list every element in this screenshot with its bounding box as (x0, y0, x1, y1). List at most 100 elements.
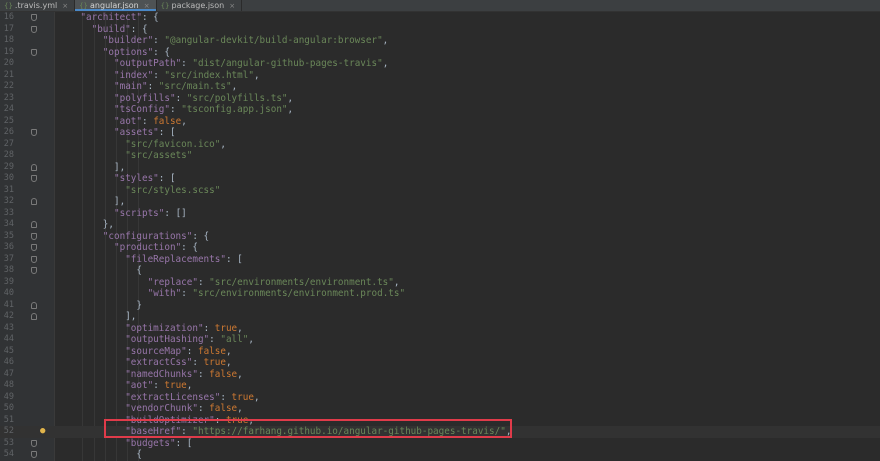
fold-collapse-icon[interactable] (31, 313, 37, 320)
code-line[interactable]: 47 "namedChunks": false, (0, 369, 880, 381)
json-key: "vendorChunk" (125, 403, 198, 414)
fold-collapse-icon[interactable] (31, 221, 37, 228)
json-punctuation: : { (181, 242, 198, 253)
line-number: 53 (3, 437, 14, 448)
fold-expand-icon[interactable] (31, 175, 37, 182)
code-line[interactable]: 24 "tsConfig": "tsconfig.app.json", (0, 104, 880, 116)
code-line[interactable]: 33 "scripts": [] (0, 208, 880, 220)
line-number: 16 (3, 12, 14, 22)
json-punctuation: : (147, 81, 159, 92)
code-line[interactable]: 17 "build": { (0, 24, 880, 36)
json-string: "dist/angular-github-pages-travis" (192, 58, 383, 69)
tab-travis-yml[interactable]: {} .travis.yml × (0, 0, 76, 11)
fold-collapse-icon[interactable] (31, 301, 37, 309)
json-literal: false (209, 403, 238, 414)
code-line[interactable]: 41} (0, 300, 880, 312)
line-number: 24 (3, 104, 14, 114)
code-line[interactable]: 39 "replace": "src/environments/environme… (0, 277, 880, 289)
fold-expand-icon[interactable] (31, 255, 37, 263)
fold-expand-icon[interactable] (31, 14, 37, 21)
code-line[interactable]: 27 "src/favicon.ico", (0, 139, 880, 151)
fold-expand-icon[interactable] (31, 48, 37, 56)
tab-label: package.json (171, 1, 225, 10)
fold-expand-icon[interactable] (31, 244, 37, 251)
code-line[interactable]: 49 "extractLicenses": true, (0, 392, 880, 404)
line-number: 17 (3, 23, 14, 34)
lightbulb-icon[interactable]: ● (40, 426, 45, 438)
code-line[interactable]: 43 "optimization": true, (0, 323, 880, 335)
code-line[interactable]: 22 "main": "src/main.ts", (0, 81, 880, 93)
close-icon[interactable]: × (229, 2, 235, 10)
json-key: "index" (114, 69, 154, 81)
code-line[interactable]: 25 "aot": false, (0, 116, 880, 128)
fold-expand-icon[interactable] (31, 451, 37, 458)
code-line[interactable]: 34}, (0, 219, 880, 231)
tab-angular-json[interactable]: {} angular.json × (75, 0, 157, 11)
code-line[interactable]: 28 "src/assets" (0, 150, 880, 162)
json-key: "configurations" (102, 230, 193, 242)
json-literal: true (164, 380, 187, 391)
code-line[interactable]: 18 "builder": "@angular-devkit/build-angu… (0, 35, 880, 47)
line-number: 51 (3, 414, 14, 425)
code-area[interactable]: 16 "architect": {17 "build": {18 "builder":… (0, 12, 880, 461)
json-punctuation: , (186, 380, 193, 391)
line-number: 52 (3, 426, 14, 436)
code-text: "configurations": { (103, 231, 209, 243)
code-line[interactable]: 48 "aot": true, (0, 380, 880, 392)
fold-collapse-icon[interactable] (31, 163, 37, 171)
code-text: "aot": true, (125, 380, 192, 392)
code-line[interactable]: 30 "styles": [ (0, 173, 880, 185)
code-line[interactable]: 19 "options": { (0, 47, 880, 59)
tab-package-json[interactable]: {} package.json × (157, 0, 243, 11)
fold-collapse-icon[interactable] (31, 198, 37, 205)
line-number: 29 (3, 161, 14, 172)
json-key: "build" (91, 23, 131, 35)
code-line[interactable]: 23 "polyfills": "src/polyfills.ts", (0, 93, 880, 105)
line-number: 49 (3, 391, 14, 402)
fold-expand-icon[interactable] (31, 232, 37, 240)
fold-expand-icon[interactable] (31, 25, 37, 33)
code-line[interactable]: 32], (0, 196, 880, 208)
code-text: "aot": false, (114, 116, 187, 128)
code-text: { (136, 449, 142, 461)
line-number: 45 (3, 345, 14, 356)
code-line[interactable]: 35 "configurations": { (0, 231, 880, 243)
json-key: "fileReplacements" (125, 253, 226, 265)
code-line[interactable]: 54 { (0, 449, 880, 461)
json-punctuation: , (253, 69, 260, 81)
code-line[interactable]: 53 "budgets": [ (0, 438, 880, 450)
code-line[interactable]: 46 "extractCss": true, (0, 357, 880, 369)
fold-expand-icon[interactable] (31, 439, 37, 447)
fold-expand-icon[interactable] (31, 267, 37, 274)
code-line[interactable]: 38 { (0, 265, 880, 277)
code-text: "architect": { (80, 12, 158, 24)
close-icon[interactable]: × (62, 2, 68, 10)
code-line[interactable]: 52 ● "baseHref": "https://farhang.github.i… (0, 426, 880, 438)
json-key: "scripts" (114, 207, 165, 219)
code-line[interactable]: 20 "outputPath": "dist/angular-github-pag… (0, 58, 880, 70)
code-line[interactable]: 26 "assets": [ (0, 127, 880, 139)
code-line[interactable]: 42], (0, 311, 880, 323)
code-line[interactable]: 40 "with": "src/environments/environment.… (0, 288, 880, 300)
fold-expand-icon[interactable] (31, 129, 37, 136)
line-number: 41 (3, 299, 14, 310)
json-punctuation: : (153, 380, 165, 391)
code-line[interactable]: 50 "vendorChunk": false, (0, 403, 880, 415)
json-key: "outputHashing" (125, 334, 210, 345)
code-line[interactable]: 31 "src/styles.scss" (0, 185, 880, 197)
code-line[interactable]: 51 "buildOptimizer": true, (0, 415, 880, 427)
json-key: "outputPath" (114, 58, 182, 69)
code-line[interactable]: 29], (0, 162, 880, 174)
code-line[interactable]: 45 "sourceMap": false, (0, 346, 880, 358)
code-line[interactable]: 44 "outputHashing": "all", (0, 334, 880, 346)
code-line[interactable]: 36 "production": { (0, 242, 880, 254)
json-punctuation: : (181, 426, 193, 437)
json-key: "optimization" (125, 322, 204, 334)
code-text: ], (114, 196, 125, 208)
code-line[interactable]: 21 "index": "src/index.html", (0, 70, 880, 82)
code-line[interactable]: 16 "architect": { (0, 12, 880, 24)
code-text: "outputPath": "dist/angular-github-pages… (114, 58, 388, 70)
close-icon[interactable]: × (144, 2, 150, 10)
code-line[interactable]: 37 "fileReplacements": [ (0, 254, 880, 266)
json-punctuation: : (153, 35, 165, 46)
